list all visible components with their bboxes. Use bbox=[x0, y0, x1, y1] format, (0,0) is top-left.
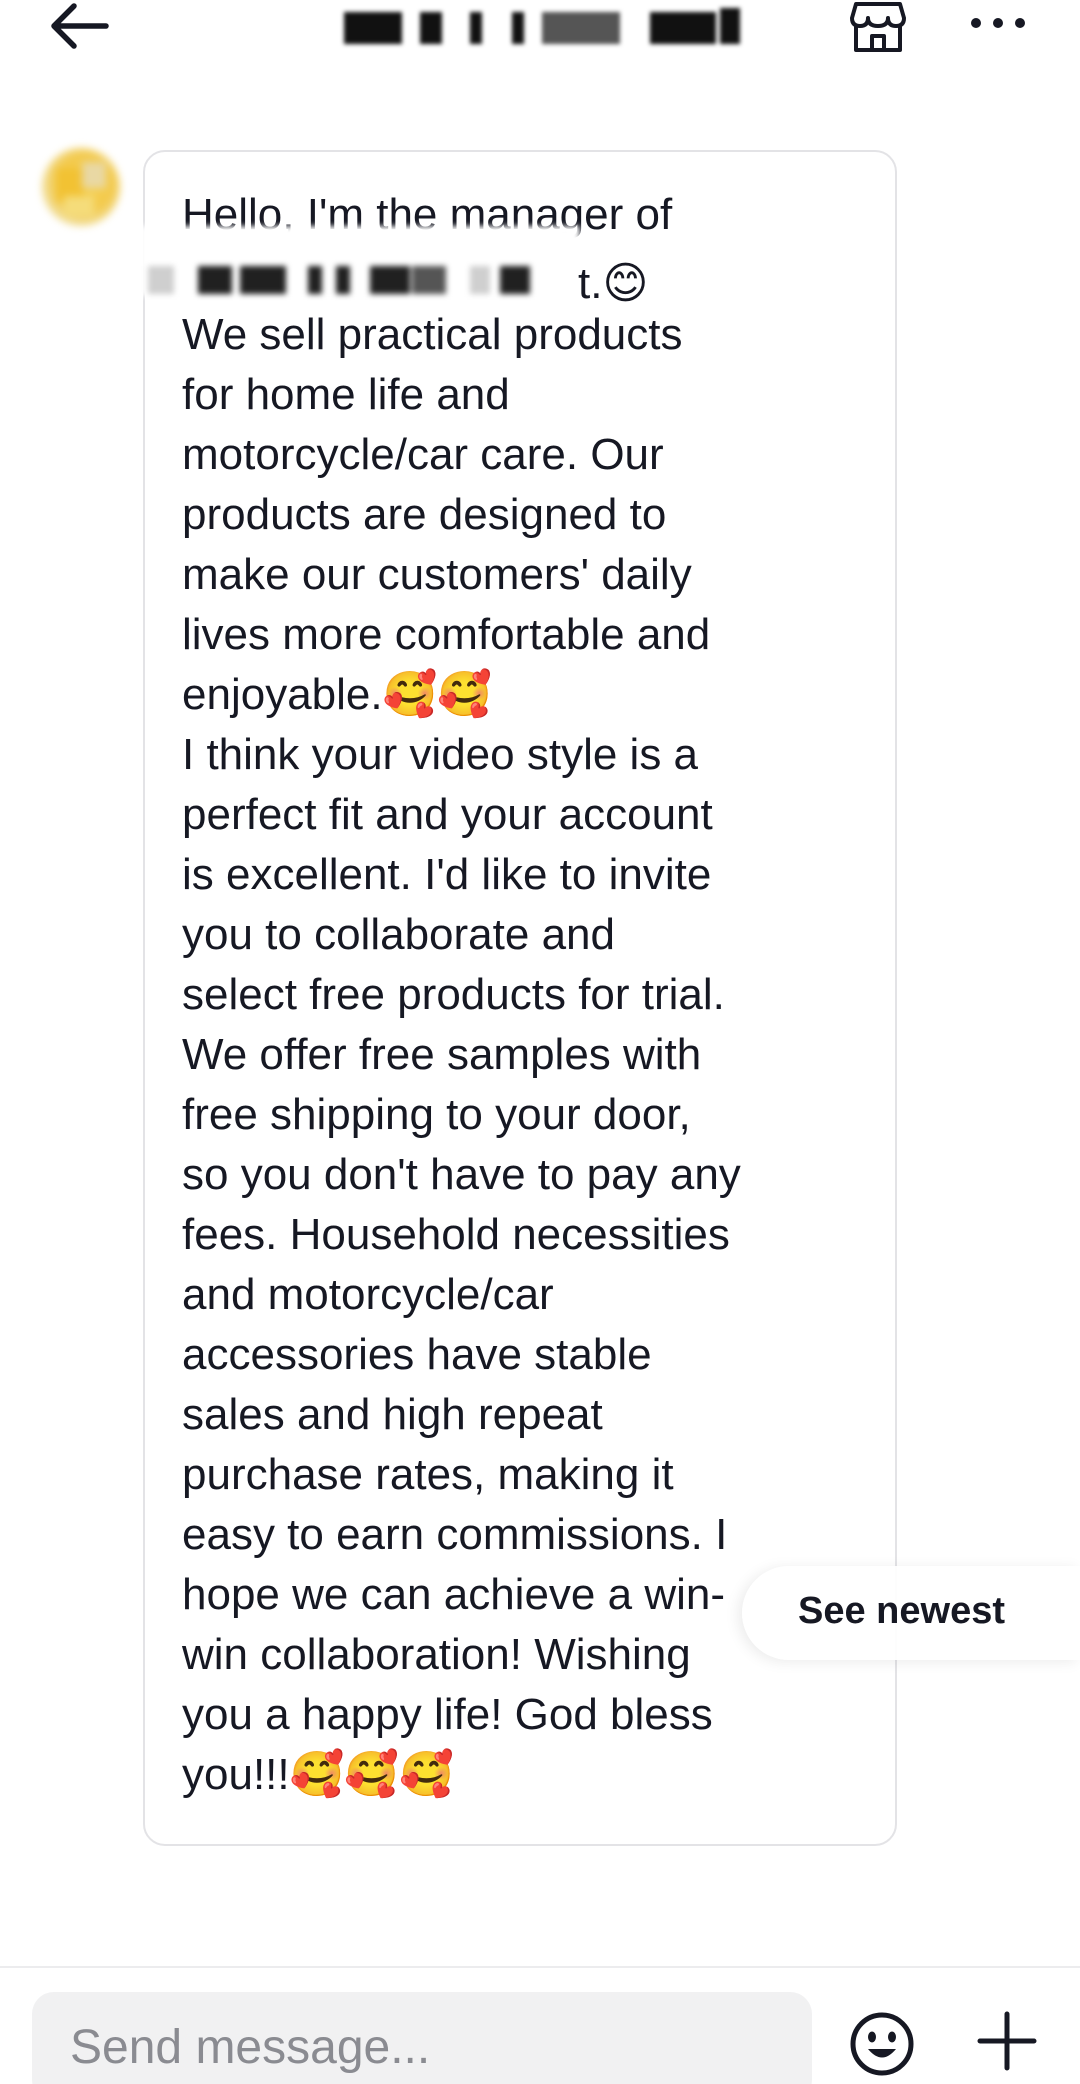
message-line: products are designed to bbox=[182, 490, 667, 539]
message-line: so you don't have to pay any bbox=[182, 1150, 741, 1199]
chat-header bbox=[0, 0, 1080, 60]
see-newest-label: See newest bbox=[798, 1590, 1005, 1632]
message-line: lives more comfortable and bbox=[182, 610, 711, 659]
message-line: enjoyable.🥰🥰 bbox=[182, 670, 493, 719]
plus-icon[interactable] bbox=[974, 2008, 1040, 2074]
message-line: We offer free samples with bbox=[182, 1030, 702, 1079]
message-line: accessories have stable bbox=[182, 1330, 652, 1379]
more-dots-icon[interactable] bbox=[968, 8, 1028, 38]
message-line: for home life and bbox=[182, 370, 510, 419]
back-arrow-icon[interactable] bbox=[44, 0, 116, 52]
redacted-tail: t.😊 bbox=[578, 259, 649, 308]
message-line: you to collaborate and bbox=[182, 910, 615, 959]
message-line: easy to earn commissions. I bbox=[182, 1510, 728, 1559]
composer-divider bbox=[0, 1966, 1080, 1968]
message-line: sales and high repeat bbox=[182, 1390, 603, 1439]
message-line: free shipping to your door, bbox=[182, 1090, 691, 1139]
sender-avatar[interactable] bbox=[42, 148, 120, 226]
message-line: is excellent. I'd like to invite bbox=[182, 850, 712, 899]
message-line: I think your video style is a bbox=[182, 730, 699, 779]
message-line: and motorcycle/car bbox=[182, 1270, 554, 1319]
message-line: motorcycle/car care. Our bbox=[182, 430, 664, 479]
message-line: you!!!🥰🥰🥰 bbox=[182, 1750, 454, 1799]
message-line: fees. Household necessities bbox=[182, 1210, 730, 1259]
message-line: We sell practical products bbox=[182, 310, 683, 359]
see-newest-button[interactable]: See newest bbox=[742, 1566, 1080, 1660]
emoji-face-icon[interactable] bbox=[848, 2010, 916, 2078]
redacted-store-name bbox=[140, 226, 580, 296]
message-line: make our customers' daily bbox=[182, 550, 692, 599]
chat-screen: Hello, I'm the manager of We sell practic… bbox=[0, 0, 1080, 2084]
send-message-input[interactable] bbox=[32, 1992, 812, 2084]
message-line: perfect fit and your account bbox=[182, 790, 713, 839]
chat-title-redacted bbox=[338, 6, 748, 50]
message-line: you a happy life! God bless bbox=[182, 1690, 713, 1739]
message-line: purchase rates, making it bbox=[182, 1450, 674, 1499]
message-text: Hello, I'm the manager of We sell practic… bbox=[182, 185, 882, 1805]
shop-icon[interactable] bbox=[846, 0, 910, 56]
message-line: select free products for trial. bbox=[182, 970, 725, 1019]
